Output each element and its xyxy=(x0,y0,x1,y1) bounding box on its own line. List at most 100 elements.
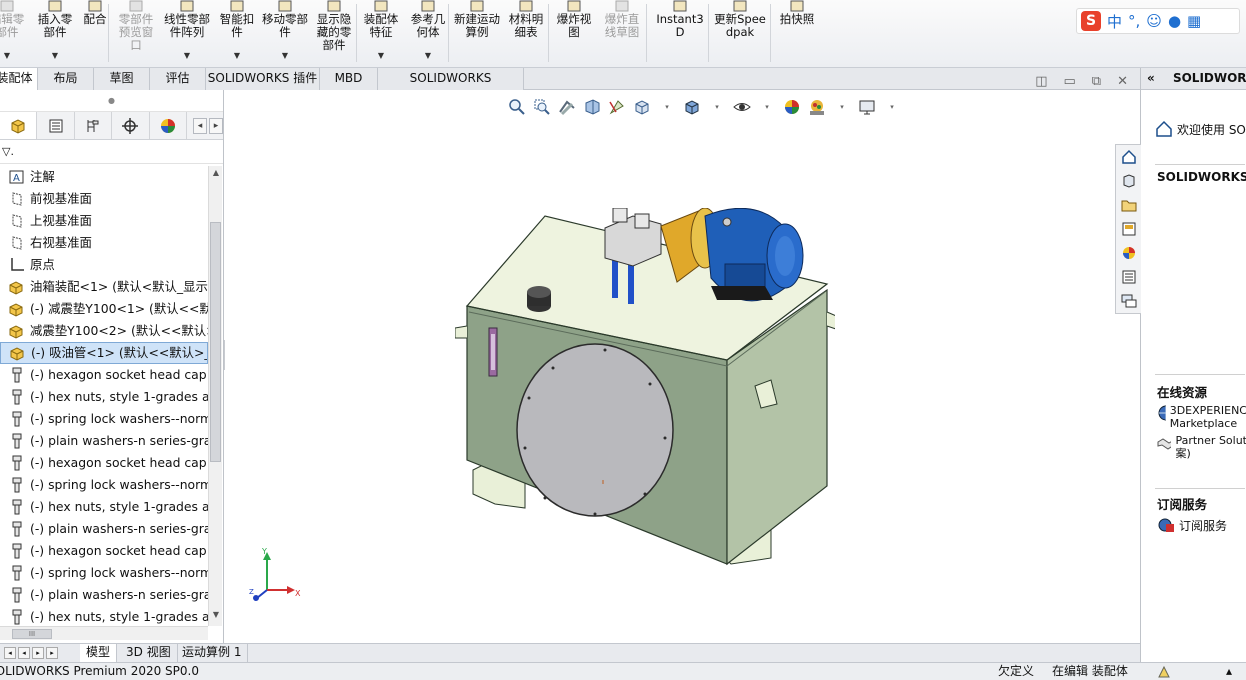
ribbon-button-9[interactable]: 参考几何体 ▼ xyxy=(406,0,450,66)
tree-item[interactable]: 油箱装配<1> (默认<默认_显示状 xyxy=(0,276,208,298)
ime-toolbar[interactable]: S 中 °, ☺ ● ▦ xyxy=(1076,8,1240,34)
dropdown-arrow-icon[interactable]: ▼ xyxy=(234,49,240,62)
restore-icon[interactable]: ▭ xyxy=(1064,74,1076,89)
tree-item[interactable]: (-) spring lock washers--norm xyxy=(0,562,208,584)
tree-item[interactable]: 右视基准面 xyxy=(0,232,208,254)
rebuild-icon[interactable] xyxy=(1156,664,1172,680)
tree-vertical-scrollbar[interactable]: ▲ ▼ xyxy=(208,166,222,626)
dropdown-arrow-icon[interactable]: ▼ xyxy=(282,49,288,62)
ime-keyboard-icon[interactable]: ▦ xyxy=(1187,12,1201,30)
tree-item[interactable]: (-) hexagon socket head cap s xyxy=(0,452,208,474)
edit-appearance-icon[interactable] xyxy=(782,97,802,117)
ribbon-button-7[interactable]: 显示隐藏的零部件 xyxy=(312,0,356,66)
tree-item[interactable]: (-) plain washers-n series-grad xyxy=(0,430,208,452)
tree-item[interactable]: 减震垫Y100<2> (默认<<默认>_ xyxy=(0,320,208,342)
dimxpert-tab[interactable] xyxy=(112,112,150,139)
ime-mic-icon[interactable]: ● xyxy=(1168,12,1181,30)
tree-item[interactable]: (-) plain washers-n series-grad xyxy=(0,584,208,606)
maximize-icon[interactable]: ⧉ xyxy=(1092,74,1101,89)
panel-grip[interactable]: ● xyxy=(0,90,223,112)
tree-filter[interactable]: ▽. xyxy=(0,140,223,164)
close-icon[interactable]: ✕ xyxy=(1117,74,1128,89)
ribbon-button-1[interactable]: 插入零部件 ▼ xyxy=(34,0,76,66)
tab-motion-study[interactable]: 运动算例 1 xyxy=(176,644,249,662)
tab-model[interactable]: 模型 xyxy=(80,644,118,662)
tab-3[interactable]: 评估 xyxy=(150,68,206,90)
ribbon-button-2[interactable]: 配合 xyxy=(80,0,110,66)
zoom-to-fit-icon[interactable] xyxy=(507,97,527,117)
dropdown-arrow-icon[interactable]: ▼ xyxy=(184,49,190,62)
tree-item[interactable]: 上视基准面 xyxy=(0,210,208,232)
view-palette-icon[interactable] xyxy=(1116,217,1141,241)
tree-item[interactable]: (-) hex nuts, style 1-grades ab xyxy=(0,386,208,408)
tab-5[interactable]: MBD xyxy=(320,68,378,90)
graphics-area[interactable]: ◫ ▭ ⧉ ✕ ▾ ▾ ▾ ▾ ▾ Y X Z xyxy=(225,74,1140,643)
subscription-link[interactable]: 订阅服务 xyxy=(1141,514,1246,536)
view-settings-icon[interactable] xyxy=(857,97,877,117)
section-view-icon[interactable] xyxy=(582,97,602,117)
dynamic-annotation-icon[interactable] xyxy=(607,97,627,117)
tree-item[interactable]: (-) spring lock washers--norm xyxy=(0,408,208,430)
hide-show-items-icon[interactable] xyxy=(732,97,752,117)
tree-item[interactable]: (-) hexagon socket head cap s xyxy=(0,540,208,562)
view-orientation-dropdown-icon[interactable]: ▾ xyxy=(657,97,677,117)
tab-0[interactable]: 装配体 xyxy=(0,68,38,90)
ribbon-button-11[interactable]: 材料明细表 xyxy=(504,0,548,66)
tree-item[interactable]: (-) hex nuts, style 1-grades ab xyxy=(0,606,208,626)
appearances-icon[interactable] xyxy=(1116,241,1141,265)
ribbon-button-8[interactable]: 装配体特征 ▼ xyxy=(360,0,402,66)
ime-lang-toggle[interactable]: 中 xyxy=(1107,11,1122,32)
display-manager-tab[interactable] xyxy=(150,112,188,139)
tree-item[interactable]: (-) hex nuts, style 1-grades ab xyxy=(0,496,208,518)
tree-item[interactable]: 原点 xyxy=(0,254,208,276)
view-settings-dropdown-icon[interactable]: ▾ xyxy=(882,97,902,117)
tree-horizontal-scrollbar[interactable]: III xyxy=(0,626,208,640)
apply-scene-icon[interactable] xyxy=(807,97,827,117)
property-manager-tab[interactable] xyxy=(37,112,75,139)
view-orientation-icon[interactable] xyxy=(632,97,652,117)
panel-tab-next-button[interactable]: ▸ xyxy=(209,117,224,134)
dropdown-arrow-icon[interactable]: ▼ xyxy=(378,49,384,62)
tab-1[interactable]: 布局 xyxy=(38,68,94,90)
scroll-up-icon[interactable]: ▲ xyxy=(209,168,223,182)
partner-solutions-link[interactable]: Partner Solut 案) xyxy=(1141,434,1246,460)
tab-4[interactable]: SOLIDWORKS 插件 xyxy=(206,68,320,90)
tree-item[interactable]: 前视基准面 xyxy=(0,188,208,210)
forum-icon[interactable] xyxy=(1116,289,1141,313)
ribbon-button-5[interactable]: 智能扣件 ▼ xyxy=(218,0,256,66)
scroll-down-icon[interactable]: ▼ xyxy=(209,610,223,624)
tree-item[interactable]: A 注解 xyxy=(0,166,208,188)
hydraulic-tank-model[interactable] xyxy=(455,208,835,568)
welcome-link[interactable]: 欢迎使用 SO xyxy=(1141,118,1246,140)
tab-6[interactable]: SOLIDWORKS Inspection xyxy=(378,68,524,106)
home-icon[interactable] xyxy=(1116,145,1141,169)
scroll-thumb[interactable] xyxy=(210,222,221,462)
display-style-icon[interactable] xyxy=(682,97,702,117)
ribbon-button-0[interactable]: 编辑零部件 ▼ xyxy=(0,0,26,66)
ribbon-button-12[interactable]: 爆炸视图 xyxy=(554,0,594,66)
ime-punct-toggle[interactable]: °, xyxy=(1128,12,1140,30)
ribbon-button-4[interactable]: 线性零部件阵列 ▼ xyxy=(160,0,214,66)
tile-icon[interactable]: ◫ xyxy=(1035,74,1047,89)
tab-2[interactable]: 草图 xyxy=(94,68,150,90)
ribbon-button-3[interactable]: 零部件预览窗口 xyxy=(114,0,158,66)
tree-item[interactable]: (-) plain washers-n series-grad xyxy=(0,518,208,540)
tree-item[interactable]: (-) spring lock washers--norm xyxy=(0,474,208,496)
dropdown-arrow-icon[interactable]: ▼ xyxy=(425,49,431,62)
3dexperience-marketplace-link[interactable]: 3DEXPERIENC Marketplace xyxy=(1141,404,1246,430)
tree-item[interactable]: (-) hexagon socket head cap s xyxy=(0,364,208,386)
ribbon-button-13[interactable]: 爆炸直线草图 xyxy=(600,0,644,66)
ribbon-button-16[interactable]: 拍快照 xyxy=(776,0,818,66)
prev-tab-icon[interactable]: ◂ xyxy=(18,647,30,659)
zoom-to-area-icon[interactable] xyxy=(532,97,552,117)
configuration-manager-tab[interactable] xyxy=(75,112,113,139)
hide-show-dropdown-icon[interactable]: ▾ xyxy=(757,97,777,117)
ribbon-button-6[interactable]: 移动零部件 ▼ xyxy=(262,0,308,66)
next-tab-icon[interactable]: ▸ xyxy=(32,647,44,659)
hscroll-thumb[interactable]: III xyxy=(12,629,52,639)
last-tab-icon[interactable]: ▸ xyxy=(46,647,58,659)
ribbon-button-10[interactable]: 新建运动算例 xyxy=(454,0,500,66)
tree-item[interactable]: (-) 减震垫Y100<1> (默认<<默认 xyxy=(0,298,208,320)
dropdown-arrow-icon[interactable]: ▼ xyxy=(4,49,10,62)
display-style-dropdown-icon[interactable]: ▾ xyxy=(707,97,727,117)
